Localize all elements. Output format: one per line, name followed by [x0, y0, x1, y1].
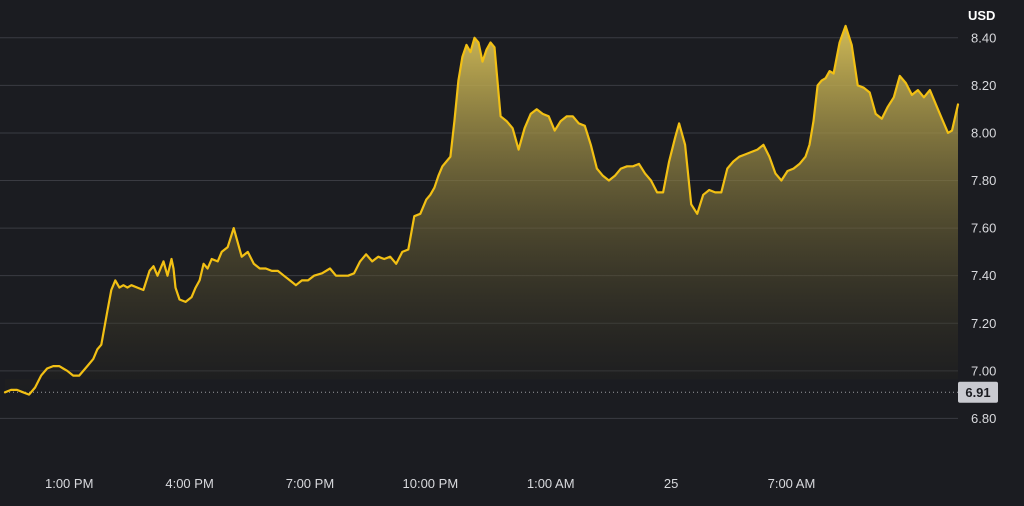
y-axis-unit-label: USD: [968, 8, 995, 23]
price-chart[interactable]: USD 8.40 8.20 8.00 7.80 7.60 7.40 7.20 7.00 6.80…: [0, 0, 1024, 506]
y-tick-label: 7.40: [971, 268, 996, 283]
x-tick-label: 25: [664, 476, 678, 491]
x-tick-label: 1:00 AM: [527, 476, 575, 491]
y-tick-label: 7.00: [971, 363, 996, 378]
y-tick-label: 8.00: [971, 125, 996, 140]
series-area-fill: [5, 25, 958, 395]
x-tick-label: 7:00 PM: [286, 476, 334, 491]
x-tick-label: 10:00 PM: [403, 476, 459, 491]
y-tick-label: 7.80: [971, 173, 996, 188]
y-tick-label: 7.20: [971, 316, 996, 331]
chart-canvas[interactable]: USD 8.40 8.20 8.00 7.80 7.60 7.40 7.20 7.00 6.80…: [0, 0, 1024, 506]
x-tick-label: 7:00 AM: [768, 476, 816, 491]
y-axis: USD 8.40 8.20 8.00 7.80 7.60 7.40 7.20 7.00 6.80: [968, 8, 996, 426]
y-tick-label: 7.60: [971, 221, 996, 236]
x-axis: 1:00 PM 4:00 PM 7:00 PM 10:00 PM 1:00 AM 25 7:…: [45, 476, 815, 491]
y-tick-label: 8.20: [971, 78, 996, 93]
series-area: [5, 25, 958, 395]
y-tick-label: 8.40: [971, 30, 996, 45]
y-tick-label: 6.80: [971, 411, 996, 426]
last-price-label: 6.91: [965, 385, 990, 400]
x-tick-label: 4:00 PM: [165, 476, 213, 491]
x-tick-label: 1:00 PM: [45, 476, 93, 491]
last-price-marker: 6.91: [958, 381, 998, 403]
